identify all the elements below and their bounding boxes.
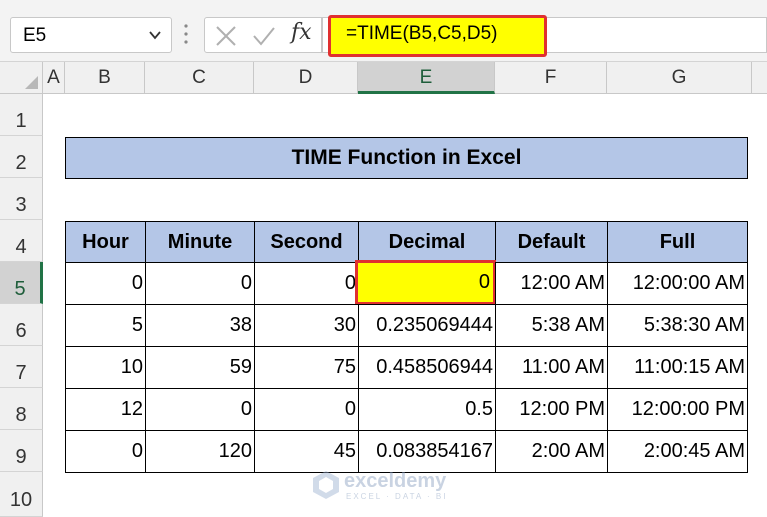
cell-f5[interactable]: 12:00 AM — [495, 262, 608, 305]
sheet-title[interactable]: TIME Function in Excel — [65, 137, 748, 179]
row-header-5[interactable]: 5 — [0, 262, 43, 304]
cell-b8[interactable]: 12 — [65, 388, 146, 431]
row-header-8[interactable]: 8 — [0, 388, 43, 430]
name-box-value: E5 — [23, 25, 47, 46]
column-header-c[interactable]: C — [145, 62, 254, 94]
insert-function-button[interactable]: fx — [291, 20, 312, 45]
column-header-d[interactable]: D — [254, 62, 358, 94]
name-box[interactable]: E5 — [10, 17, 172, 53]
cell-c9[interactable]: 120 — [145, 430, 255, 473]
header-full[interactable]: Full — [607, 221, 748, 263]
cell-c6[interactable]: 38 — [145, 304, 255, 347]
chevron-down-icon[interactable] — [147, 27, 163, 43]
formula-buttons: fx — [204, 17, 322, 53]
column-header-a[interactable]: A — [43, 62, 65, 94]
header-second[interactable]: Second — [254, 221, 359, 263]
column-header-g[interactable]: G — [607, 62, 752, 94]
column-header-e[interactable]: E — [358, 62, 495, 94]
formula-text[interactable]: =TIME(B5,C5,D5) — [346, 23, 498, 45]
header-hour[interactable]: Hour — [65, 221, 146, 263]
cell-e9[interactable]: 0.083854167 — [358, 430, 496, 473]
row-header-10[interactable]: 10 — [0, 472, 43, 517]
cell-g8[interactable]: 12:00:00 PM — [607, 388, 748, 431]
cancel-icon[interactable] — [215, 25, 237, 47]
cell-b9[interactable]: 0 — [65, 430, 146, 473]
cell-f6[interactable]: 5:38 AM — [495, 304, 608, 347]
row-header-7[interactable]: 7 — [0, 346, 43, 388]
row-header-3[interactable]: 3 — [0, 178, 43, 220]
column-header-h[interactable] — [752, 62, 767, 94]
header-minute[interactable]: Minute — [145, 221, 255, 263]
select-all-corner[interactable] — [0, 62, 43, 94]
watermark-brand: exceldemy — [344, 470, 447, 492]
cell-d8[interactable]: 0 — [254, 388, 359, 431]
cell-b7[interactable]: 10 — [65, 346, 146, 389]
cell-g6[interactable]: 5:38:30 AM — [607, 304, 748, 347]
cell-g9[interactable]: 2:00:45 AM — [607, 430, 748, 473]
cell-c8[interactable]: 0 — [145, 388, 255, 431]
exceldemy-logo-icon — [313, 471, 339, 499]
cell-b6[interactable]: 5 — [65, 304, 146, 347]
cell-d7[interactable]: 75 — [254, 346, 359, 389]
row-header-6[interactable]: 6 — [0, 304, 43, 346]
formula-bar-area: E5 fx =TIME(B5,C5,D5) — [0, 0, 767, 62]
row-header-1[interactable]: 1 — [0, 94, 43, 136]
check-icon[interactable] — [252, 25, 276, 47]
cell-e6[interactable]: 0.235069444 — [358, 304, 496, 347]
cell-d9[interactable]: 45 — [254, 430, 359, 473]
cell-c5[interactable]: 0 — [145, 262, 255, 305]
header-decimal[interactable]: Decimal — [358, 221, 496, 263]
cell-f8[interactable]: 12:00 PM — [495, 388, 608, 431]
cell-d5[interactable]: 0 — [254, 262, 359, 305]
watermark-tagline: EXCEL · DATA · BI — [346, 492, 448, 501]
cell-e8[interactable]: 0.5 — [358, 388, 496, 431]
cell-d6[interactable]: 30 — [254, 304, 359, 347]
row-header-2[interactable]: 2 — [0, 136, 43, 178]
header-default[interactable]: Default — [495, 221, 608, 263]
cell-f7[interactable]: 11:00 AM — [495, 346, 608, 389]
cell-g5[interactable]: 12:00:00 AM — [607, 262, 748, 305]
cell-e5[interactable]: 0 — [355, 260, 496, 305]
cell-e7[interactable]: 0.458506944 — [358, 346, 496, 389]
row-header-4[interactable]: 4 — [0, 220, 43, 262]
row-header-9[interactable]: 9 — [0, 430, 43, 472]
cell-b5[interactable]: 0 — [65, 262, 146, 305]
cell-c7[interactable]: 59 — [145, 346, 255, 389]
column-header-f[interactable]: F — [495, 62, 607, 94]
column-header-b[interactable]: B — [65, 62, 145, 94]
cell-f9[interactable]: 2:00 AM — [495, 430, 608, 473]
cell-g7[interactable]: 11:00:15 AM — [607, 346, 748, 389]
more-options-icon[interactable] — [183, 22, 189, 46]
